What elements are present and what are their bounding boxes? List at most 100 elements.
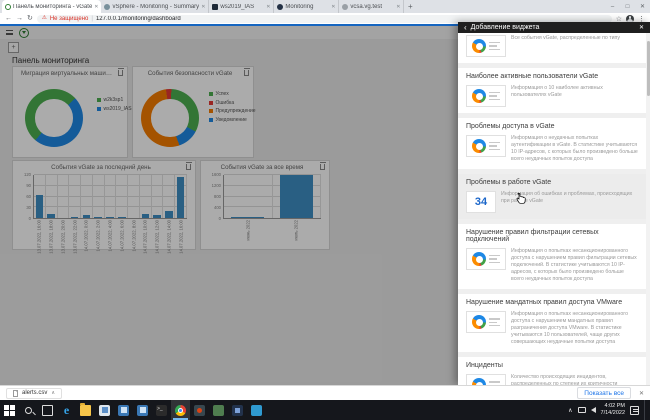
console-app-icon[interactable]: >_ <box>152 400 171 420</box>
clock-time: 4:02 PM <box>604 402 625 409</box>
show-desktop-button[interactable] <box>644 400 648 420</box>
taskbar-icons: e >_ <box>0 400 266 420</box>
panel-back-icon[interactable]: ‹ <box>464 23 467 32</box>
chrome-icon[interactable] <box>171 400 190 420</box>
task-view-icon[interactable] <box>38 400 57 420</box>
panel-scrollbar[interactable] <box>646 33 650 385</box>
search-icon[interactable] <box>19 400 38 420</box>
app-icon-teal[interactable] <box>247 400 266 420</box>
widget-section[interactable]: Нарушение мандатных правил доступа VMwar… <box>458 294 646 353</box>
new-tab-button[interactable]: + <box>404 0 416 13</box>
scrollbar-thumb[interactable] <box>646 41 650 96</box>
widget-description: Информация о попытках несанкционированно… <box>511 311 628 346</box>
browser-tab-bar: Панель мониторинга - vGate ✕ vSphere - Mon… <box>0 0 650 13</box>
forward-button[interactable]: → <box>16 15 23 22</box>
browser-tab[interactable]: Monitoring ✕ <box>274 0 340 13</box>
widget-preview-chart <box>466 311 506 334</box>
widget-card[interactable]: Информация о попытках несанкционированно… <box>466 248 638 283</box>
mini-donut-icon <box>472 315 486 330</box>
file-icon <box>13 389 18 397</box>
minimize-button[interactable]: – <box>605 0 620 13</box>
app-icon-dark[interactable] <box>190 400 209 420</box>
mini-donut-icon <box>472 39 486 53</box>
tray-volume-icon[interactable] <box>590 407 596 413</box>
close-window-button[interactable]: ✕ <box>635 0 650 13</box>
edge-icon[interactable]: e <box>57 400 76 420</box>
taskbar-clock[interactable]: 4:02 PM 7/14/2022 <box>601 403 625 417</box>
file-explorer-icon[interactable] <box>76 400 95 420</box>
widget-preview-chart <box>466 248 506 271</box>
browser-tab[interactable]: ws2019_IAS ✕ <box>209 0 275 13</box>
maximize-button[interactable]: □ <box>620 0 635 13</box>
tab-title: Monitoring <box>285 3 314 10</box>
widget-card[interactable]: Количество происходящих инцидентов, расп… <box>466 374 638 385</box>
browser-tab[interactable]: vcsa.vg.test ✕ <box>339 0 405 13</box>
panel-body: Все события vGate, распределенные по тип… <box>458 33 646 385</box>
app-icon-light[interactable] <box>95 400 114 420</box>
widget-description: Информация о неудачных попытках аутентиф… <box>511 135 638 163</box>
download-bar: alerts.csv ∧ Показать все ✕ <box>0 385 650 400</box>
widget-section-title: Нарушение мандатных правил доступа VMwar… <box>466 299 623 307</box>
widget-card[interactable]: Информация о попытках несанкционированно… <box>466 311 638 346</box>
widget-section[interactable]: Инциденты Количество происходящих инциден… <box>458 357 646 385</box>
widget-section[interactable]: Все события vGate, распределенные по тип… <box>458 33 646 63</box>
download-bar-right: Показать все ✕ <box>577 387 644 399</box>
action-center-icon[interactable] <box>630 405 639 415</box>
widget-section-title: Нарушение правил фильтрации сетевых подк… <box>466 229 599 244</box>
download-bar-close-icon[interactable]: ✕ <box>639 390 644 397</box>
download-caret-icon[interactable]: ∧ <box>51 390 55 396</box>
back-button[interactable]: ← <box>5 15 12 22</box>
tab-close-icon[interactable]: ✕ <box>266 4 270 10</box>
widget-section-title: Проблемы доступа в vGate <box>466 123 555 130</box>
start-button[interactable] <box>0 400 19 420</box>
mini-legend-lines <box>489 42 500 50</box>
app-icon-blue-2[interactable] <box>133 400 152 420</box>
taskbar: e >_ ∧ 4:02 PM 7/14/2022 <box>0 400 650 420</box>
app-icon-green[interactable] <box>209 400 228 420</box>
reload-button[interactable]: ↻ <box>27 15 33 22</box>
widget-card[interactable]: Все события vGate, распределенные по тип… <box>466 35 638 57</box>
tab-close-icon[interactable]: ✕ <box>396 4 400 10</box>
widget-section[interactable]: Проблемы доступа в vGate Информация о неу… <box>458 118 646 170</box>
tab-close-icon[interactable]: ✕ <box>94 4 98 10</box>
tray-chevron-icon[interactable]: ∧ <box>568 407 572 414</box>
tab-close-icon[interactable]: ✕ <box>201 4 205 10</box>
screen: Панель мониторинга - vGate ✕ vSphere - Mon… <box>0 0 650 420</box>
download-file-name: alerts.csv <box>22 390 48 396</box>
tray-display-icon[interactable] <box>577 407 586 413</box>
mini-legend-lines <box>489 255 500 263</box>
url-divider: | <box>91 15 93 22</box>
widget-description: Информация о 10 наиболее активных пользо… <box>511 85 603 99</box>
widget-card[interactable]: 34 Информация об ошибках и проблемах, про… <box>466 191 638 214</box>
tab-title: vSphere - Monitoring - Summary <box>112 3 200 10</box>
mini-donut-icon <box>472 252 486 267</box>
tab-title: vcsa.vg.test <box>350 3 383 10</box>
panel-header: ‹ Добавление виджета ✕ <box>458 22 650 33</box>
console-favicon <box>212 3 219 10</box>
widget-section[interactable]: Наиболее активные пользователи vGate Инфо… <box>458 68 646 113</box>
widget-card[interactable]: Информация о неудачных попытках аутентиф… <box>466 135 638 163</box>
panel-close-icon[interactable]: ✕ <box>639 24 644 31</box>
add-widget-panel: ‹ Добавление виджета ✕ Все события vGate… <box>458 22 650 385</box>
app-icon-navy[interactable] <box>228 400 247 420</box>
show-all-downloads-button[interactable]: Показать все <box>577 387 631 399</box>
browser-tab[interactable]: Панель мониторинга - vGate ✕ <box>2 0 102 13</box>
download-item[interactable]: alerts.csv ∧ <box>6 387 63 399</box>
widget-card[interactable]: Информация о 10 наиболее активных пользо… <box>466 85 638 107</box>
widget-preview-chart <box>466 374 506 385</box>
monitoring-favicon <box>277 3 284 10</box>
not-secure-warning-icon: ⚠ <box>41 14 47 21</box>
browser-tab[interactable]: vSphere - Monitoring - Summary ✕ <box>101 0 210 13</box>
url-text: 127.0.0.1/monitoring/dashboard <box>95 15 181 22</box>
widget-section[interactable]: Нарушение правил фильтрации сетевых подк… <box>458 224 646 290</box>
widget-preview-number: 34 <box>466 191 496 214</box>
widget-section-title: Наиболее активные пользователи vGate <box>466 73 599 80</box>
widget-preview-chart <box>466 85 506 107</box>
panel-title: Добавление виджета <box>470 24 540 31</box>
mini-donut-icon <box>472 139 486 153</box>
app-icon-blue[interactable] <box>114 400 133 420</box>
tab-strip: Панель мониторинга - vGate ✕ vSphere - Mon… <box>0 0 405 13</box>
widget-section[interactable]: Проблемы в работе vGate 34 Информация об о… <box>458 174 646 220</box>
widget-section-title: Проблемы в работе vGate <box>466 179 552 187</box>
tab-close-icon[interactable]: ✕ <box>331 4 335 10</box>
